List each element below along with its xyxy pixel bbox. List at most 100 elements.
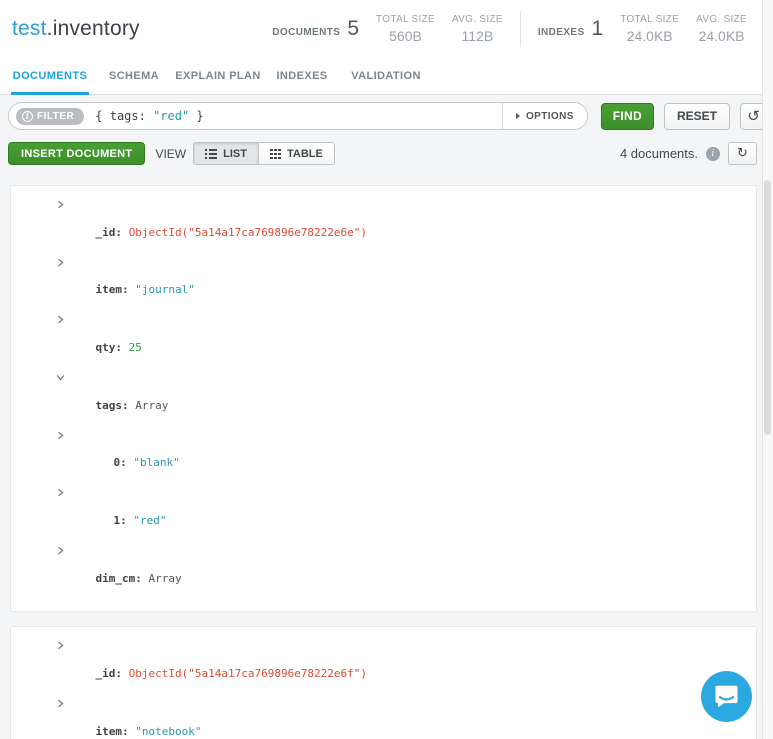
field-key: _id: <box>96 226 129 239</box>
indexes-avg-size: AVG. SIZE 24.0KB <box>696 14 747 44</box>
find-button[interactable]: FIND <box>601 103 654 130</box>
table-icon <box>270 149 281 159</box>
avg-size-label: AVG. SIZE <box>452 14 503 25</box>
filter-query-string: "red" <box>153 109 189 123</box>
document-field-row: _id: ObjectId("5a14a17ca769896e78222e6e"… <box>11 197 756 255</box>
total-size-value: 24.0KB <box>620 28 679 44</box>
total-size-value: 560B <box>376 28 435 44</box>
field-key: qty: <box>96 341 129 354</box>
field-key: 0: <box>114 456 134 469</box>
refresh-icon: ↻ <box>737 146 748 161</box>
documents-stat-value: 5 <box>347 17 359 41</box>
tab-indexes[interactable]: INDEXES <box>260 58 344 94</box>
list-icon <box>205 149 217 159</box>
insert-document-button[interactable]: INSERT DOCUMENT <box>8 142 145 165</box>
documents-toolbar: INSERT DOCUMENT VIEW LIST TABLE 4 docume… <box>0 136 773 177</box>
field-key: item: <box>96 725 136 738</box>
expand-toggle-icon[interactable] <box>55 640 66 651</box>
expand-toggle-icon[interactable] <box>55 199 66 210</box>
vertical-scrollbar <box>762 0 773 739</box>
view-switcher: LIST TABLE <box>193 142 335 165</box>
filter-query-suffix: } <box>189 109 203 123</box>
document-field-row: 0: "blank" <box>11 428 756 486</box>
view-label: VIEW <box>155 147 186 161</box>
support-chat-button[interactable] <box>701 671 752 722</box>
expand-toggle-icon[interactable] <box>55 487 66 498</box>
filter-badge-label: FILTER <box>37 111 74 122</box>
refresh-documents-button[interactable]: ↻ <box>728 142 757 165</box>
tab-validation[interactable]: VALIDATION <box>344 58 428 94</box>
document-field-row: item: "notebook" <box>11 696 756 739</box>
expand-toggle-icon[interactable] <box>55 698 66 709</box>
filter-query-prefix: { tags: <box>95 109 153 123</box>
avg-size-label: AVG. SIZE <box>696 14 747 25</box>
indexes-stat: INDEXES 1 <box>538 17 603 41</box>
table-label: TABLE <box>287 148 323 160</box>
avg-size-value: 112B <box>452 28 503 44</box>
total-size-label: TOTAL SIZE <box>376 14 435 25</box>
query-bar: i FILTER { tags: "red" } OPTIONS FIND RE… <box>0 95 773 136</box>
document-field-row: qty: 25 <box>11 312 756 370</box>
avg-size-value: 24.0KB <box>696 28 747 44</box>
count-info-icon[interactable]: i <box>706 147 720 161</box>
options-button[interactable]: OPTIONS <box>502 103 587 129</box>
field-value: ObjectId("5a14a17ca769896e78222e6f") <box>129 667 367 680</box>
field-key: tags: <box>96 399 136 412</box>
tab-documents[interactable]: DOCUMENTS <box>8 58 92 94</box>
document-count: 4 documents. <box>620 146 698 161</box>
indexes-stat-label: INDEXES <box>538 27 585 38</box>
document-field-row: _id: ObjectId("5a14a17ca769896e78222e6f"… <box>11 638 756 696</box>
total-size-label: TOTAL SIZE <box>620 14 679 25</box>
compass-collection-view: test.inventory DOCUMENTS 5 TOTAL SIZE 56… <box>0 0 773 739</box>
collection-header: test.inventory DOCUMENTS 5 TOTAL SIZE 56… <box>0 0 773 58</box>
field-value: 25 <box>129 341 142 354</box>
document-card: _id: ObjectId("5a14a17ca769896e78222e6f"… <box>10 626 757 739</box>
filter-query-text: { tags: "red" } <box>95 109 502 123</box>
collection-name: inventory <box>53 17 140 40</box>
field-value: Array <box>148 572 181 585</box>
documents-pane: i FILTER { tags: "red" } OPTIONS FIND RE… <box>0 95 773 739</box>
field-value: ObjectId("5a14a17ca769896e78222e6e") <box>129 226 367 239</box>
indexes-stat-value: 1 <box>592 17 604 41</box>
stats-divider <box>520 11 521 47</box>
view-list-button[interactable]: LIST <box>194 143 258 164</box>
expand-toggle-icon[interactable] <box>55 430 66 441</box>
field-value: "journal" <box>135 283 195 296</box>
reset-button[interactable]: RESET <box>664 103 730 130</box>
expand-toggle-icon[interactable] <box>55 257 66 268</box>
tab-schema[interactable]: SCHEMA <box>92 58 176 94</box>
query-filter-input[interactable]: i FILTER { tags: "red" } OPTIONS <box>8 102 588 130</box>
field-value: "red" <box>133 514 166 527</box>
expand-toggle-icon[interactable] <box>55 372 66 383</box>
field-key: _id: <box>96 667 129 680</box>
field-value: "blank" <box>133 456 179 469</box>
filter-info-icon: i <box>22 111 33 122</box>
document-field-row: item: "journal" <box>11 255 756 313</box>
namespace-title: test.inventory <box>12 17 140 41</box>
caret-right-icon <box>516 113 520 119</box>
expand-toggle-icon[interactable] <box>55 545 66 556</box>
chat-bubble-icon <box>701 671 752 722</box>
collection-tabbar: DOCUMENTS SCHEMA EXPLAIN PLAN INDEXES VA… <box>0 58 773 95</box>
documents-total-size: TOTAL SIZE 560B <box>376 14 435 44</box>
document-list: _id: ObjectId("5a14a17ca769896e78222e6e"… <box>0 177 773 739</box>
document-field-row: 1: "red" <box>11 485 756 543</box>
field-value: "notebook" <box>135 725 201 738</box>
document-card: _id: ObjectId("5a14a17ca769896e78222e6e"… <box>10 185 757 612</box>
indexes-total-size: TOTAL SIZE 24.0KB <box>620 14 679 44</box>
field-key: dim_cm: <box>96 572 149 585</box>
field-key: item: <box>96 283 136 296</box>
view-table-button[interactable]: TABLE <box>258 143 334 164</box>
documents-avg-size: AVG. SIZE 112B <box>452 14 503 44</box>
scrollbar-thumb[interactable] <box>764 180 771 435</box>
database-name: test <box>12 17 47 40</box>
document-field-row: dim_cm: Array <box>11 543 756 601</box>
filter-badge: i FILTER <box>16 108 84 125</box>
documents-stat: DOCUMENTS 5 <box>272 17 359 41</box>
collection-stats: DOCUMENTS 5 TOTAL SIZE 560B AVG. SIZE 11… <box>272 11 747 47</box>
history-icon: ↺ <box>747 107 760 125</box>
field-key: 1: <box>114 514 134 527</box>
tab-explain-plan[interactable]: EXPLAIN PLAN <box>176 58 260 94</box>
options-label: OPTIONS <box>526 111 574 122</box>
expand-toggle-icon[interactable] <box>55 314 66 325</box>
